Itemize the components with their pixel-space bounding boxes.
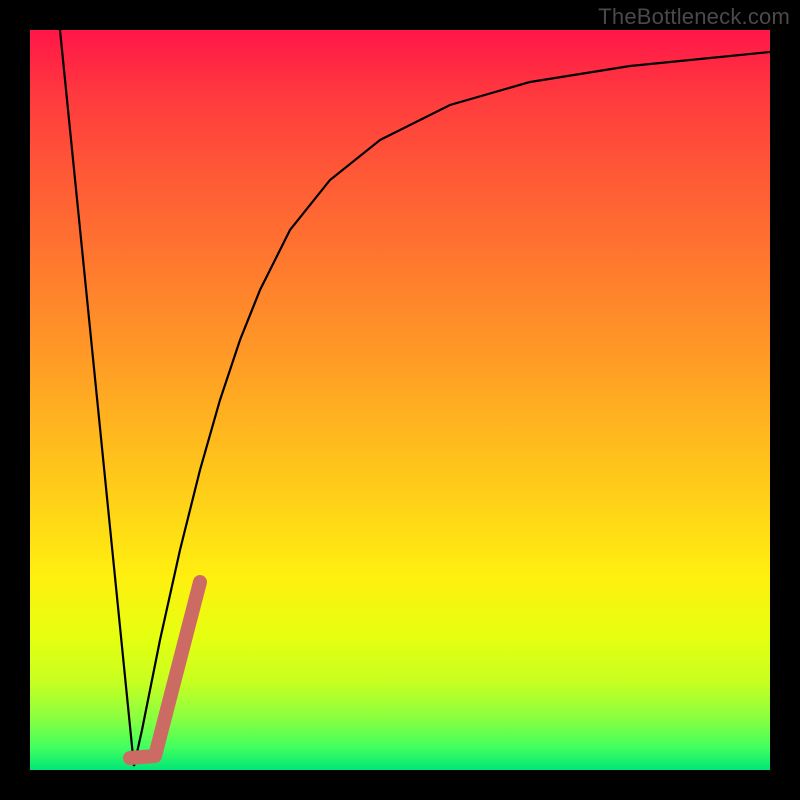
plot-area [30,30,770,770]
chart-frame: TheBottleneck.com [0,0,800,800]
highlight-segment [130,582,200,758]
curve-layer [30,30,770,770]
bottleneck-curve [60,30,770,766]
watermark-label: TheBottleneck.com [598,4,790,30]
